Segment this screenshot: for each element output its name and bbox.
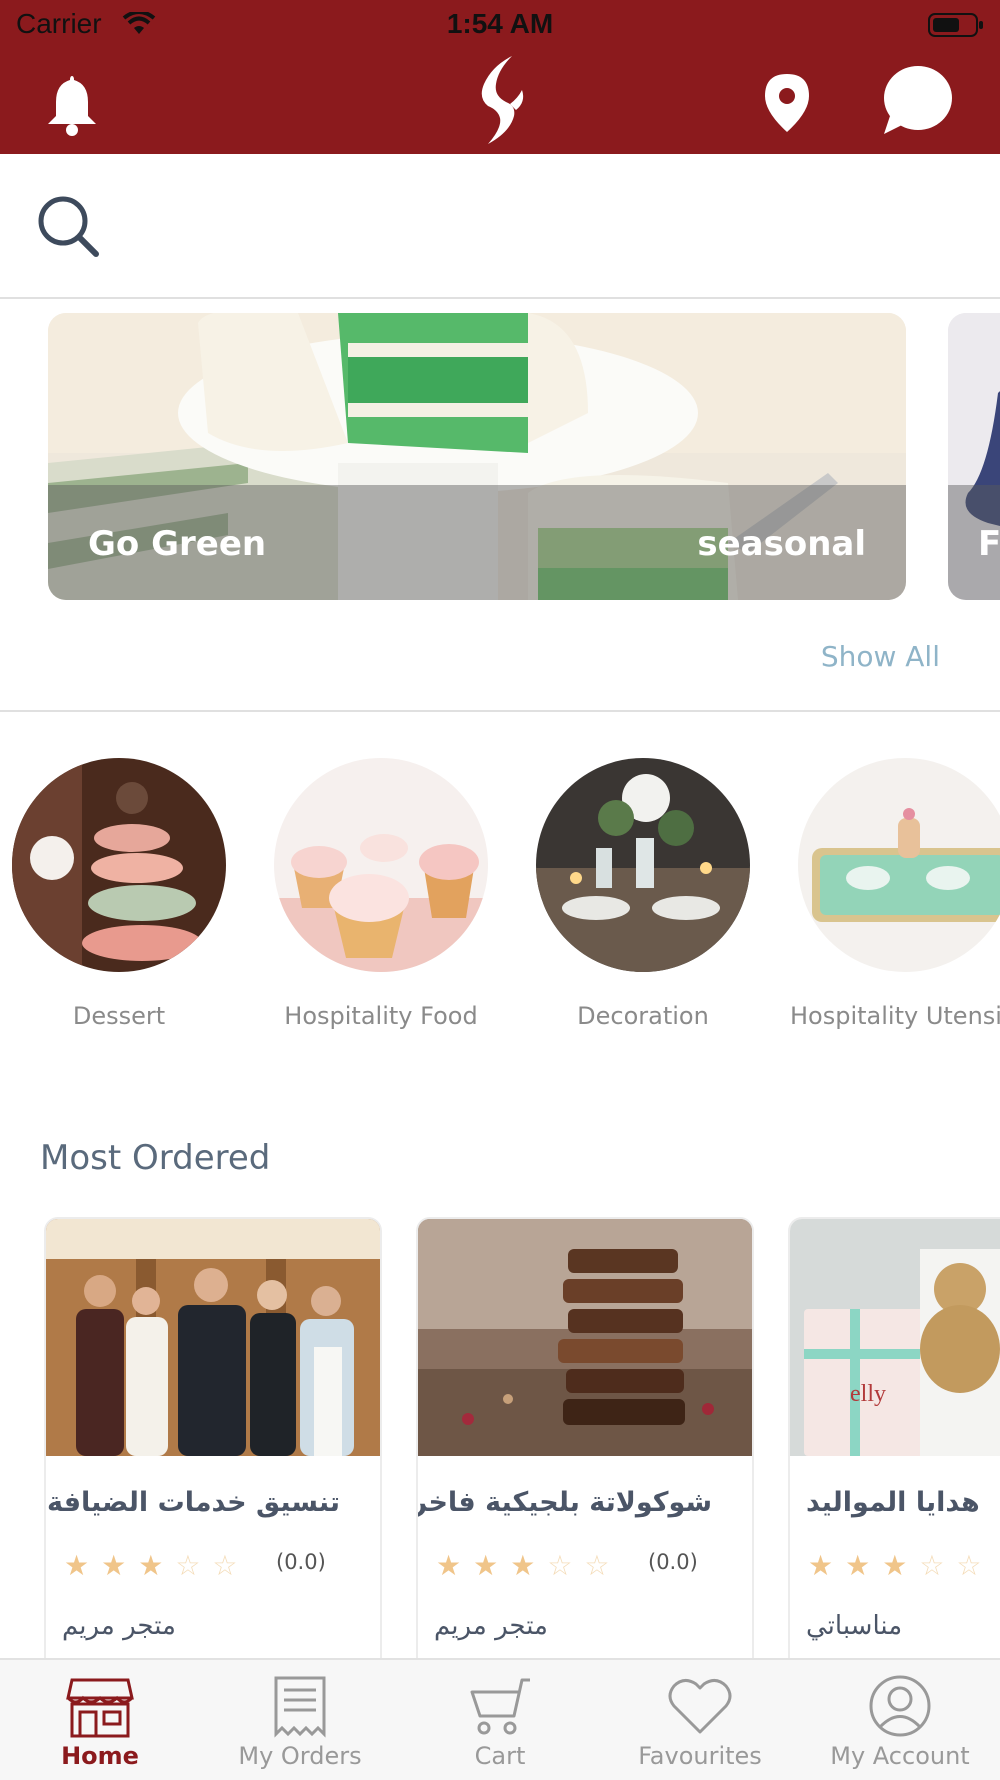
category-label: Hospitality Food xyxy=(284,1002,478,1030)
store-name: متجر مريم xyxy=(62,1611,176,1641)
tab-favourites[interactable]: Favourites xyxy=(600,1660,800,1780)
tab-label: My Account xyxy=(830,1742,970,1770)
banner-title: Go Green xyxy=(88,524,267,564)
section-title-most-ordered: Most Ordered xyxy=(40,1138,271,1178)
product-title: شوكولاتة بلجيكية فاخرة xyxy=(416,1487,712,1518)
receipt-icon xyxy=(274,1676,326,1738)
category-label: Hospitality Utensi xyxy=(790,1002,1000,1030)
search-icon[interactable] xyxy=(36,194,102,260)
category-image xyxy=(12,758,226,972)
tab-label: Home xyxy=(61,1742,139,1770)
category-dessert[interactable]: Dessert xyxy=(4,758,234,1030)
product-card[interactable]: تنسيق خدمات الضيافة ★★★☆☆ (0.0) متجر مري… xyxy=(44,1217,382,1681)
tab-my-account[interactable]: My Account xyxy=(800,1660,1000,1780)
category-image xyxy=(274,758,488,972)
heart-icon xyxy=(668,1679,732,1734)
category-hospitality-utensils[interactable]: Hospitality Utensi xyxy=(790,758,1000,1030)
product-image: elly xyxy=(790,1219,1000,1456)
product-card[interactable]: elly هدايا المواليد ★★★☆☆ مناسباتي xyxy=(788,1217,1000,1681)
show-all-link[interactable]: Show All xyxy=(821,640,940,673)
product-card[interactable]: شوكولاتة بلجيكية فاخرة ★★★☆☆ (0.0) متجر … xyxy=(416,1217,754,1681)
banner-tag: seasonal xyxy=(697,524,866,564)
brand-logo[interactable] xyxy=(476,54,532,146)
banner-title: F xyxy=(978,524,1000,564)
user-icon xyxy=(869,1675,931,1737)
product-image xyxy=(46,1219,380,1456)
bottom-tab-bar: Home My Orders Cart Favourites My Accoun… xyxy=(0,1658,1000,1780)
rating-stars: ★★★☆☆ xyxy=(64,1549,250,1582)
banner-go-green[interactable]: Go Green seasonal xyxy=(48,313,906,600)
category-label: Decoration xyxy=(577,1002,709,1030)
product-title: تنسيق خدمات الضيافة xyxy=(46,1487,340,1518)
svg-text:elly: elly xyxy=(850,1381,886,1407)
bell-icon[interactable] xyxy=(44,72,100,136)
tab-label: My Orders xyxy=(238,1742,362,1770)
search-bar[interactable] xyxy=(0,154,1000,299)
divider xyxy=(0,710,1000,712)
category-hospitality-food[interactable]: Hospitality Food xyxy=(266,758,496,1030)
rating-stars: ★★★☆☆ xyxy=(808,1549,994,1582)
tab-label: Cart xyxy=(474,1742,526,1770)
store-icon xyxy=(66,1678,134,1738)
tab-cart[interactable]: Cart xyxy=(400,1660,600,1780)
top-nav-bar xyxy=(0,50,1000,154)
battery-icon xyxy=(928,13,983,37)
rating-value: (0.0) xyxy=(648,1550,698,1574)
cart-icon xyxy=(470,1678,530,1735)
category-image xyxy=(798,758,1000,972)
category-image xyxy=(536,758,750,972)
category-decoration[interactable]: Decoration xyxy=(528,758,758,1030)
tab-my-orders[interactable]: My Orders xyxy=(200,1660,400,1780)
status-bar: Carrier 1:54 AM xyxy=(0,0,1000,50)
store-name: متجر مريم xyxy=(434,1611,548,1641)
product-title: هدايا المواليد xyxy=(806,1487,980,1518)
rating-stars: ★★★☆☆ xyxy=(436,1549,622,1582)
store-name: مناسباتي xyxy=(806,1611,903,1641)
location-pin-icon[interactable] xyxy=(762,72,812,134)
tab-label: Favourites xyxy=(638,1742,762,1770)
banner-next[interactable]: F xyxy=(948,313,1000,600)
rating-value: (0.0) xyxy=(276,1550,326,1574)
status-time: 1:54 AM xyxy=(446,8,554,39)
category-label: Dessert xyxy=(72,1002,166,1030)
tab-home[interactable]: Home xyxy=(0,1660,200,1780)
chat-bubble-icon[interactable] xyxy=(880,64,954,136)
product-image xyxy=(418,1219,752,1456)
